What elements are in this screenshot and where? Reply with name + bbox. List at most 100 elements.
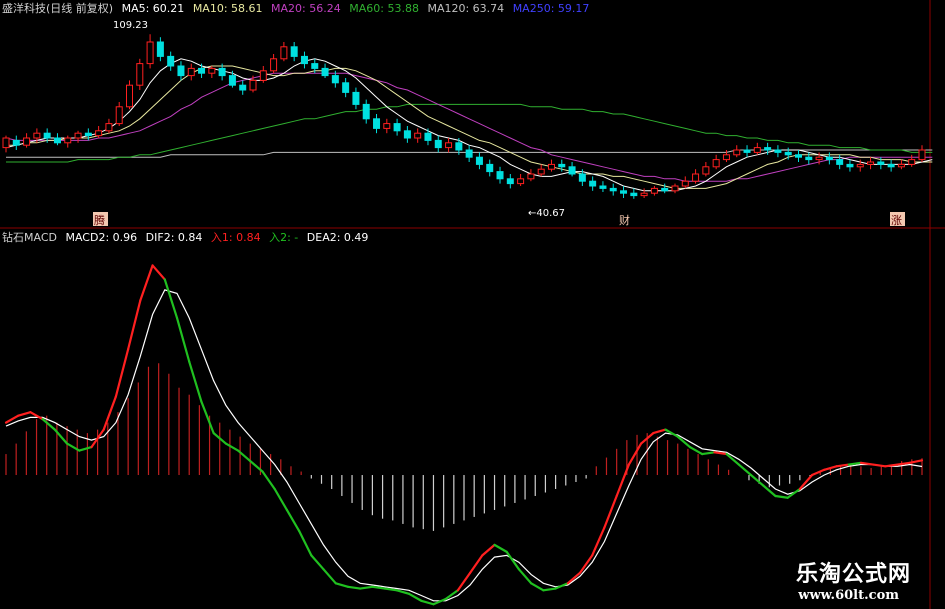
candle [167,51,175,71]
candle-body [825,156,833,161]
candle [671,183,679,194]
candle [280,42,288,62]
candle [373,114,381,134]
candle-body [589,180,597,187]
dif-line-segment [273,487,289,512]
candle-body [506,178,514,185]
dif-line-segment [261,470,276,491]
dif-line-segment [346,585,362,590]
candle [753,142,761,155]
candle-body [445,142,453,149]
ma20-line [5,72,933,182]
candle-body [156,41,164,57]
macd-panel [4,264,924,606]
dif-line-segment [151,264,166,281]
candle-body [753,147,761,153]
candle-body [331,75,339,84]
candle [2,135,10,153]
candle-body [393,123,401,132]
candle [506,174,514,189]
candle [84,128,92,141]
candle [445,138,453,153]
candle-body [609,187,617,192]
candle-body [187,67,195,77]
watermark-name: 乐淘公式网 [795,562,911,587]
candle [794,150,802,162]
candle [177,61,185,81]
candle-body [403,130,411,139]
candle [825,152,833,165]
candle [774,145,782,158]
candle-body [640,192,648,197]
dif-line-segment [456,571,472,592]
candle-body [115,106,123,125]
candle [300,51,308,69]
candle [537,164,545,177]
candle-body [733,149,741,156]
candle-body [722,154,730,161]
dif-line-segment [114,348,130,398]
candle-body [136,63,144,86]
dif-line-segment [334,582,350,588]
candle-body [743,149,751,153]
ma5-line [5,58,933,192]
candle-body [712,159,720,168]
candle-body [671,185,679,192]
candle-body [105,123,113,132]
candle-body [578,173,586,182]
dif-line-segment [530,582,545,592]
candle-body [342,82,350,93]
candle-body [434,139,442,149]
dif-line-segment [774,494,789,499]
candle [403,126,411,143]
candle-body [558,163,566,168]
candle-body [352,91,360,105]
candle [414,128,422,143]
candle-body [64,137,72,144]
candle-body [300,55,308,65]
candle [64,135,72,148]
candle [74,130,82,143]
candle [228,70,236,88]
candle-body [311,63,319,69]
candle [259,66,267,83]
candle [136,58,144,90]
candle-body [805,156,813,161]
candle-body [836,159,844,165]
dif-line-segment [298,529,313,557]
candle [599,181,607,192]
annotations: 109.23 ←40.67 腾 财 涨 [93,20,905,227]
dif-line-segment [78,445,93,452]
candle-body [84,132,92,137]
dif-line-segment [359,585,374,590]
candle [897,159,905,170]
dif-line-segment [432,597,447,606]
candle-body [383,123,391,129]
candle-body [517,178,525,185]
candle [434,135,442,153]
candle [805,152,813,165]
candle-body [95,130,103,137]
dif-line-segment [17,411,32,417]
candle-body [259,70,267,81]
candle [475,152,483,170]
candle [290,42,298,62]
candle-body [867,161,875,165]
dif-line-segment [285,508,301,533]
candle [383,118,391,134]
dif-line-segment [224,442,240,452]
candle-body [897,163,905,168]
dif-line-segment [603,494,618,529]
candle-body [23,137,31,146]
candle-body [362,103,370,120]
candle-body [815,156,823,161]
candle-body [568,166,576,175]
candle-body [475,156,483,165]
candle [702,162,710,177]
candle-body [877,161,885,165]
candle [362,99,370,124]
candle-body [784,151,792,156]
candle-body [270,58,278,72]
candle [146,34,154,69]
candle-body [465,149,473,158]
